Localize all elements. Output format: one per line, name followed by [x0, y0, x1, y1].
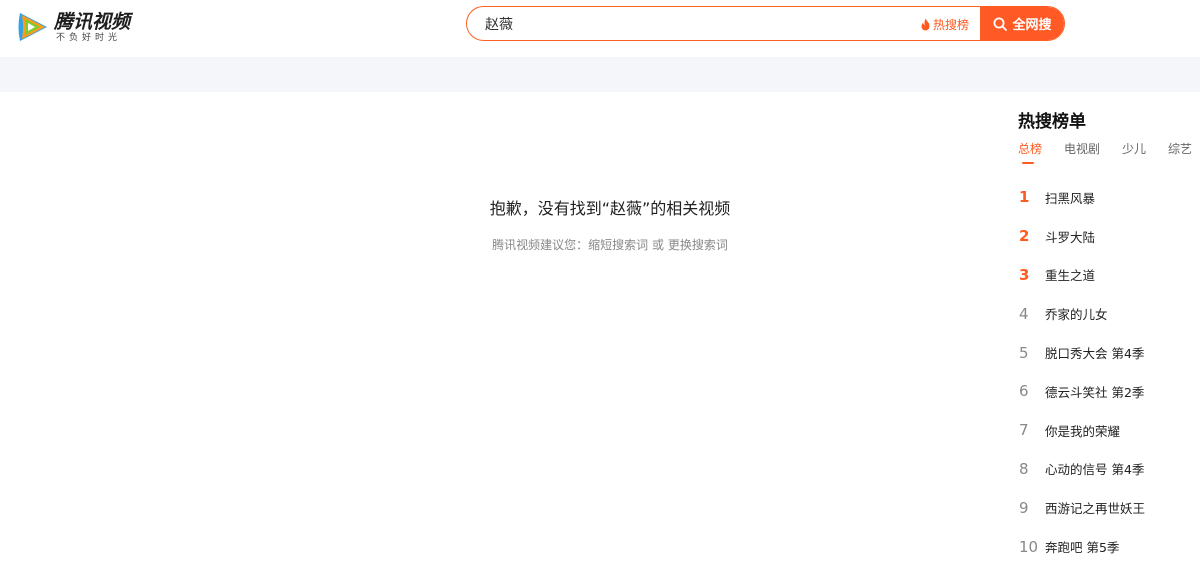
- show-title: 乔家的儿女: [1045, 307, 1108, 323]
- show-title: 西游记之再世妖王: [1045, 501, 1146, 517]
- search-input[interactable]: [467, 7, 979, 40]
- logo[interactable]: 腾讯视频 不负好时光: [16, 10, 130, 44]
- search-icon: [993, 17, 1008, 31]
- show-title: 斗罗大陆: [1045, 229, 1096, 245]
- rank-number: 2: [1019, 227, 1030, 246]
- hot-ranking-item[interactable]: 4 乔家的儿女: [1018, 294, 1200, 333]
- hot-ranking-item[interactable]: 1 扫黑风暴: [1018, 178, 1200, 217]
- empty-state-title: 抱歉，没有找到“赵薇”的相关视频: [489, 199, 731, 218]
- show-title: 重生之道: [1045, 268, 1096, 284]
- search-all-label: 全网搜: [1012, 18, 1052, 33]
- hot-ranking-title: 热搜榜单: [1018, 112, 1086, 132]
- show-title: 你是我的荣耀: [1045, 423, 1121, 439]
- flame-icon: [921, 18, 930, 31]
- rank-number: 3: [1019, 265, 1030, 284]
- hot-ranking-item[interactable]: 10 奔跑吧 第5季: [1018, 527, 1200, 564]
- show-title: 德云斗笑社 第2季: [1045, 384, 1145, 400]
- show-title: 扫黑风暴: [1045, 190, 1096, 206]
- search-box: 热搜榜 全网搜: [466, 6, 1065, 41]
- suggestion-prefix: 腾讯视频建议您：: [492, 238, 589, 252]
- hot-search-link[interactable]: 热搜榜: [920, 16, 969, 33]
- shorten-keyword-link[interactable]: 缩短搜索词: [588, 238, 648, 252]
- logo-title: 腾讯视频: [54, 11, 131, 33]
- empty-state-suggestion: 腾讯视频建议您：缩短搜索词 或 更换搜索词: [430, 237, 790, 253]
- tab-variety[interactable]: 综艺: [1168, 140, 1192, 164]
- rank-number: 6: [1019, 382, 1029, 401]
- hot-ranking-item[interactable]: 2 斗罗大陆: [1018, 217, 1200, 256]
- hot-ranking-list: 1 扫黑风暴 2 斗罗大陆 3 重生之道 4 乔家的儿女 5 脱口秀大会 第4季…: [1018, 178, 1200, 564]
- search-all-button[interactable]: 全网搜: [980, 7, 1064, 40]
- rank-number: 1: [1019, 188, 1030, 207]
- change-keyword-link[interactable]: 更换搜索词: [668, 238, 728, 252]
- hot-ranking-panel: 热搜榜单 总榜 电视剧 少儿 综艺 1 扫黑风暴 2 斗罗大陆 3 重生之道 4…: [1018, 110, 1200, 556]
- hot-ranking-item[interactable]: 5 脱口秀大会 第4季: [1018, 333, 1200, 372]
- tab-tv-series[interactable]: 电视剧: [1064, 140, 1100, 164]
- show-title: 脱口秀大会 第4季: [1045, 346, 1145, 362]
- search-results-page: 腾讯视频 不负好时光 热搜榜 全网搜 抱歉，没有找到“赵: [0, 0, 1200, 564]
- rank-number: 4: [1019, 304, 1029, 323]
- suggestion-or: 或: [648, 238, 668, 252]
- rank-number: 8: [1019, 459, 1029, 478]
- hot-ranking-item[interactable]: 8 心动的信号 第4季: [1018, 450, 1200, 489]
- top-header: 腾讯视频 不负好时光 热搜榜 全网搜: [0, 0, 1200, 57]
- empty-state: 抱歉，没有找到“赵薇”的相关视频 腾讯视频建议您：缩短搜索词 或 更换搜索词: [430, 198, 790, 253]
- hot-ranking-item[interactable]: 9 西游记之再世妖王: [1018, 488, 1200, 527]
- hot-search-label: 热搜榜: [933, 18, 970, 32]
- show-title: 奔跑吧 第5季: [1045, 540, 1120, 556]
- rank-number: 10: [1019, 537, 1039, 556]
- logo-slogan: 不负好时光: [56, 33, 122, 43]
- hot-ranking-tabs: 总榜 电视剧 少儿 综艺: [1018, 140, 1200, 164]
- hot-ranking-item[interactable]: 3 重生之道: [1018, 256, 1200, 295]
- tab-kids[interactable]: 少儿: [1122, 140, 1146, 164]
- rank-number: 7: [1019, 421, 1029, 440]
- show-title: 心动的信号 第4季: [1045, 462, 1145, 478]
- hot-ranking-item[interactable]: 7 你是我的荣耀: [1018, 411, 1200, 450]
- tencent-video-logo-icon: [18, 13, 47, 41]
- tab-overall[interactable]: 总榜: [1018, 140, 1042, 164]
- rank-number: 9: [1019, 498, 1029, 517]
- filter-band: [0, 57, 1200, 92]
- hot-ranking-item[interactable]: 6 德云斗笑社 第2季: [1018, 372, 1200, 411]
- rank-number: 5: [1019, 343, 1029, 362]
